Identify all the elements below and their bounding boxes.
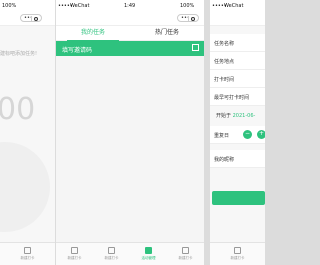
tab-activity-manage[interactable]: 活动管理 [130, 243, 167, 265]
clock: 1:49 [124, 3, 136, 9]
check-square-icon [108, 247, 115, 254]
field-label: 任务名称 [214, 41, 235, 47]
status-bar: ••••• WeChat [210, 0, 265, 12]
repeat-days-row: 重复日 − + [210, 126, 265, 144]
document-icon [145, 247, 152, 254]
capsule-button[interactable]: ••• [177, 14, 199, 22]
plus-icon[interactable]: + [257, 130, 265, 139]
minus-icon[interactable]: − [243, 130, 252, 139]
checkin-circle[interactable] [0, 142, 50, 232]
tab-bar: 新建打卡 [0, 242, 55, 265]
big-counter: 00 [0, 92, 36, 127]
field-label: 最早可打卡时间 [214, 95, 250, 101]
repeat-label: 重复日 [214, 133, 230, 139]
status-bar: ••••• WeChat 1:49 100% [56, 0, 204, 12]
tab-new-checkin[interactable]: 新建打卡 [56, 243, 93, 265]
nav-bar [210, 12, 265, 26]
tab-bar: 新建打卡 新建打卡 活动管理 新建打卡 [56, 242, 204, 265]
battery-text: 100% [180, 3, 195, 9]
right-phone-screen: ••••• WeChat 任务名称 任务地点 打卡时间 最早可打卡时间 开始于 … [210, 0, 265, 265]
tab-new-checkin[interactable]: 新建打卡 [210, 243, 265, 265]
task-location-field[interactable]: 任务地点 [210, 52, 265, 70]
tab-label: 新建打卡 [230, 256, 245, 260]
middle-phone-screen: ••••• WeChat 1:49 100% ••• 我的任务 热门任务 填写邀… [56, 0, 204, 265]
tab-checkin[interactable]: 新建打卡 [93, 243, 130, 265]
invite-code-bar[interactable]: 填写邀请码 [56, 41, 204, 56]
tab-hot-tasks[interactable]: 热门任务 [130, 26, 204, 40]
task-tabs: 我的任务 热门任务 [56, 26, 204, 41]
tab-new-checkin[interactable]: 新建打卡 [0, 243, 55, 265]
status-bar: 100% [0, 0, 55, 12]
task-name-field[interactable]: 任务名称 [210, 34, 265, 52]
capsule-divider [188, 16, 189, 21]
tab-label: 新建打卡 [104, 256, 119, 260]
plus-square-icon [71, 247, 78, 254]
start-date-row[interactable]: 开始于 2021-06- [210, 106, 265, 126]
tab-label: 活动管理 [141, 256, 156, 260]
tab-label: 新建打卡 [67, 256, 82, 260]
tab-bar: 新建打卡 [210, 242, 265, 265]
plus-square-icon [182, 247, 189, 254]
checkin-time-field[interactable]: 打卡时间 [210, 70, 265, 88]
capsule-button[interactable]: ••• [20, 14, 42, 22]
field-label: 任务地点 [214, 59, 235, 65]
carrier-name: WeChat [224, 3, 244, 9]
submit-button[interactable] [212, 191, 265, 205]
field-label: 打卡时间 [214, 77, 235, 83]
edit-icon[interactable] [192, 44, 199, 51]
tab-label: 新建打卡 [178, 256, 193, 260]
plus-square-icon [24, 247, 31, 254]
empty-hint: 建标吧添加任务! [0, 51, 38, 57]
task-form: 任务名称 任务地点 打卡时间 最早可打卡时间 [210, 34, 265, 106]
battery-text: 100% [2, 3, 17, 9]
nav-bar: ••• [56, 12, 204, 26]
capsule-divider [31, 16, 32, 21]
nickname-field[interactable]: 我的昵称 [210, 150, 265, 168]
tab-my-tasks[interactable]: 我的任务 [56, 26, 130, 41]
tab-label: 新建打卡 [20, 256, 35, 260]
start-prefix: 开始于 [216, 113, 232, 119]
start-date: 2021-06- [232, 113, 256, 119]
carrier-name: WeChat [70, 3, 90, 9]
left-phone-screen: 100% ••• 建标吧添加任务! 00 新建打卡 [0, 0, 55, 265]
plus-square-icon [234, 247, 241, 254]
invite-code-label: 填写邀请码 [62, 47, 93, 54]
earliest-time-field[interactable]: 最早可打卡时间 [210, 88, 265, 106]
field-label: 我的昵称 [214, 157, 235, 163]
nav-bar: ••• [0, 12, 55, 26]
close-miniprogram-icon[interactable] [191, 16, 195, 21]
tab-new-checkin-2[interactable]: 新建打卡 [167, 243, 204, 265]
close-miniprogram-icon[interactable] [34, 16, 38, 21]
